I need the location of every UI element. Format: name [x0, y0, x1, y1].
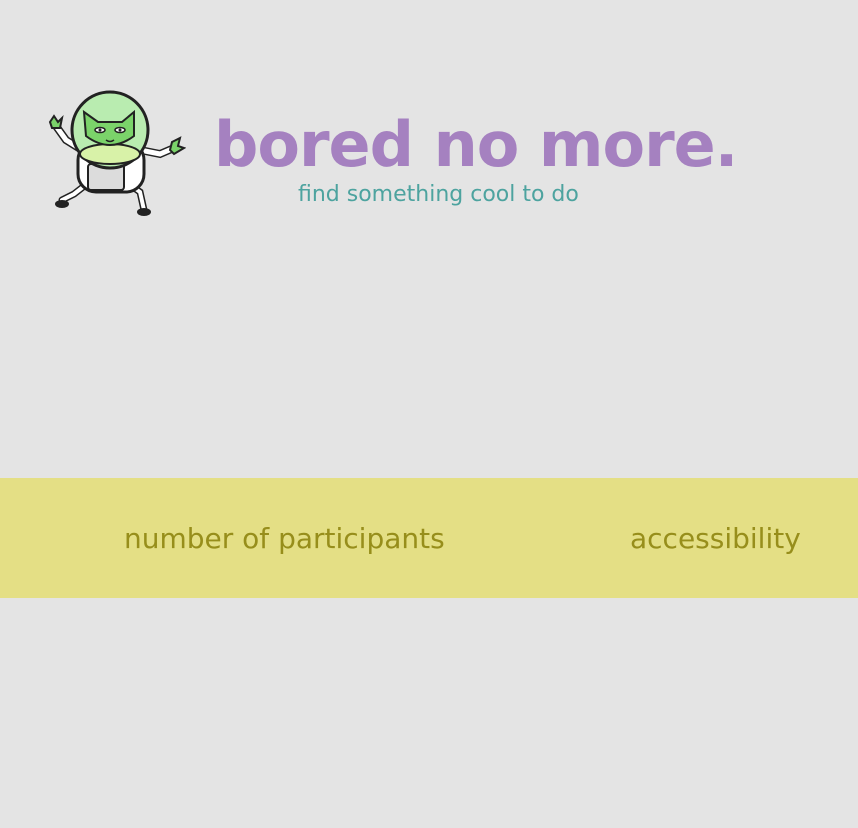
filter-accessibility[interactable]: accessibility: [630, 478, 801, 598]
site-tagline: find something cool to do: [298, 182, 579, 207]
site-header: bored no more. find something cool to do: [0, 0, 858, 260]
filter-bar: number of participants accessibility: [0, 478, 858, 598]
astronaut-cat-icon: [48, 90, 186, 216]
filter-number-of-participants[interactable]: number of participants: [124, 478, 445, 598]
site-title: bored no more.: [214, 108, 738, 181]
